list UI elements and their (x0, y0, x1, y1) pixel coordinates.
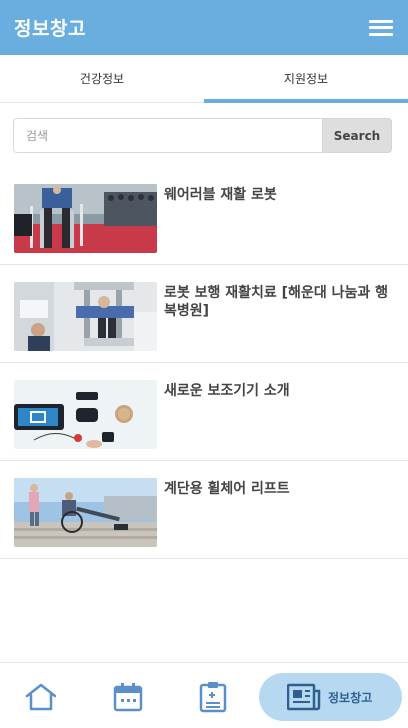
wearable-robot-photo (14, 184, 157, 253)
wheelchair-lift-photo (14, 478, 157, 547)
tab-health-info[interactable]: 건강정보 (0, 55, 204, 102)
nav-home-button[interactable] (24, 682, 58, 716)
search-bar: Search (13, 118, 392, 153)
page-title: 정보창고 (14, 18, 86, 40)
app-header: 정보창고 (0, 0, 408, 55)
newspaper-icon (287, 683, 321, 711)
nav-calendar-button[interactable] (113, 682, 143, 716)
article-thumbnail (14, 282, 157, 351)
menu-line (369, 26, 393, 29)
menu-line (369, 32, 393, 36)
tab-bar: 건강정보 지원정보 (0, 55, 408, 103)
gait-rehab-photo (14, 282, 157, 351)
article-title: 새로운 보조기기 소개 (164, 383, 290, 399)
nav-info-button[interactable]: 정보창고 (259, 673, 402, 721)
bottom-navigation: 정보창고 (0, 662, 408, 728)
nav-records-button[interactable] (198, 681, 228, 717)
list-item[interactable]: 웨어러블 재활 로봇 (0, 167, 408, 265)
article-thumbnail (14, 478, 157, 547)
article-title: 계단용 휠체어 리프트 (164, 481, 290, 497)
home-icon (25, 683, 57, 711)
article-title: 웨어러블 재활 로봇 (164, 187, 277, 203)
app-screen: 정보창고 건강정보 지원정보 Search (0, 0, 408, 728)
list-item[interactable]: 로봇 보행 재활치료 [해운대 나눔과 행복병원] (0, 265, 408, 363)
list-item[interactable]: 새로운 보조기기 소개 (0, 363, 408, 461)
clipboard-icon (199, 682, 227, 713)
tab-support-info[interactable]: 지원정보 (204, 55, 408, 103)
nav-active-label: 정보창고 (328, 690, 373, 705)
list-item[interactable]: 계단용 휠체어 리프트 (0, 461, 408, 559)
article-thumbnail (14, 184, 157, 253)
menu-line (369, 19, 393, 23)
assistive-device-photo (14, 380, 157, 449)
search-input[interactable] (13, 118, 322, 153)
calendar-icon (113, 683, 143, 712)
article-list: 웨어러블 재활 로봇 로봇 보행 재활치료 [해운대 나눔과 행복병원] 새로운… (0, 167, 408, 559)
article-thumbnail (14, 380, 157, 449)
search-button[interactable]: Search (322, 118, 392, 153)
hamburger-menu-icon[interactable] (369, 18, 393, 38)
article-title: 로봇 보행 재활치료 [해운대 나눔과 행복병원] (164, 285, 388, 319)
